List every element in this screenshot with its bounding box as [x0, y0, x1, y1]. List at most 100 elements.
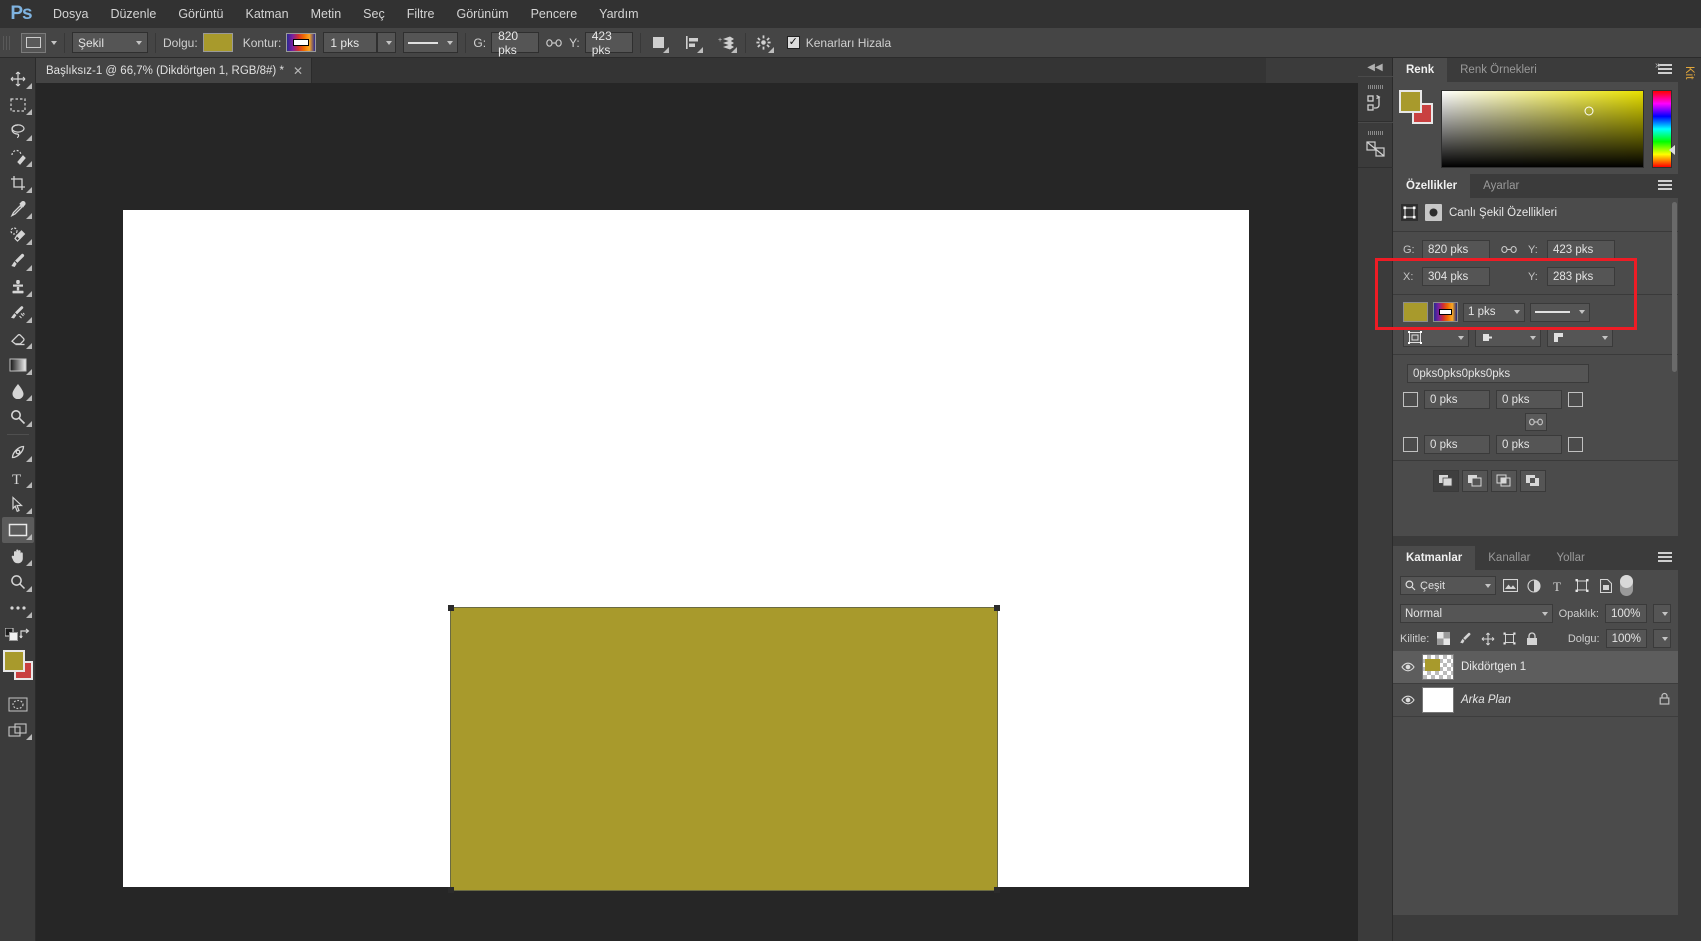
- lock-transparent-pixels-icon[interactable]: [1435, 629, 1451, 648]
- layer-visibility-icon[interactable]: [1401, 662, 1415, 672]
- menu-item-filtre[interactable]: Filtre: [396, 0, 446, 28]
- opacity-dropdown[interactable]: [1653, 604, 1671, 623]
- menu-item-katman[interactable]: Katman: [234, 0, 299, 28]
- align-edges-checkbox[interactable]: ✓: [786, 36, 800, 49]
- menu-item-pencere[interactable]: Pencere: [520, 0, 589, 28]
- shape-filter-icon[interactable]: [1572, 576, 1592, 595]
- stroke-width-input[interactable]: 1 pks: [323, 32, 378, 53]
- transform-handle-tr[interactable]: [994, 605, 1000, 611]
- quick-selection-tool[interactable]: [2, 144, 34, 170]
- fill-input[interactable]: 100%: [1605, 629, 1648, 648]
- menu-item-metin[interactable]: Metin: [300, 0, 353, 28]
- intersect-shape-areas-icon[interactable]: [1491, 470, 1517, 492]
- tab-renk-ornekleri[interactable]: Renk Örnekleri: [1447, 58, 1550, 82]
- width-input[interactable]: 820 pks: [491, 29, 540, 57]
- expand-panels-icon[interactable]: ◀◀: [1358, 58, 1392, 76]
- shape-stroke-swatch[interactable]: [1433, 302, 1458, 322]
- shape-fill-swatch[interactable]: [1403, 302, 1428, 322]
- layer-row-arka-plan[interactable]: Arka Plan: [1393, 684, 1678, 717]
- blend-mode-select[interactable]: Normal: [1400, 604, 1553, 623]
- screen-mode-icon[interactable]: [2, 717, 34, 743]
- tab-yollar[interactable]: Yollar: [1543, 546, 1598, 570]
- shape-mode-select[interactable]: Şekil: [72, 32, 148, 53]
- paths-panel-icon[interactable]: [1358, 122, 1393, 168]
- tab-ayarlar[interactable]: Ayarlar: [1470, 174, 1533, 198]
- layer-filter-select[interactable]: Çeşit: [1400, 576, 1496, 595]
- y-input[interactable]: 283 pks: [1547, 267, 1615, 286]
- quick-mask-mode-icon[interactable]: [2, 691, 34, 717]
- color-picker-ring[interactable]: [1584, 106, 1594, 116]
- mask-properties-icon[interactable]: [1425, 204, 1442, 221]
- menu-item-dosya[interactable]: Dosya: [42, 0, 99, 28]
- stroke-cap-select[interactable]: [1475, 328, 1541, 347]
- pen-tool[interactable]: [2, 439, 34, 465]
- gradient-tool[interactable]: [2, 352, 34, 378]
- corner-br-input[interactable]: 0 pks: [1496, 435, 1562, 454]
- crop-tool[interactable]: [2, 170, 34, 196]
- fill-dropdown[interactable]: [1653, 629, 1672, 648]
- lock-position-icon[interactable]: [1480, 629, 1496, 648]
- tab-katmanlar[interactable]: Katmanlar: [1393, 546, 1476, 570]
- height-input[interactable]: 423 pks: [1547, 240, 1615, 259]
- tab-ozellikler[interactable]: Özellikler: [1393, 174, 1471, 198]
- stroke-width-input[interactable]: 1 pks: [1463, 302, 1525, 322]
- corner-tr-input[interactable]: 0 pks: [1496, 390, 1562, 409]
- path-operations-icon[interactable]: [648, 32, 670, 54]
- foreground-color-swatch[interactable]: [1399, 90, 1422, 113]
- edit-toolbar-tool[interactable]: [2, 595, 34, 621]
- filter-toggle[interactable]: [1620, 575, 1633, 596]
- collapse-panels-icon[interactable]: »: [1655, 60, 1661, 71]
- menu-item-goruntu[interactable]: Görüntü: [167, 0, 234, 28]
- panel-menu-icon[interactable]: [1658, 180, 1672, 191]
- menu-item-sec[interactable]: Seç: [352, 0, 396, 28]
- rectangle-shape[interactable]: [448, 605, 1000, 893]
- hue-slider[interactable]: [1652, 90, 1675, 168]
- shape-properties-icon[interactable]: [1401, 204, 1418, 221]
- gear-icon[interactable]: [753, 32, 775, 54]
- rectangular-marquee-tool[interactable]: [2, 92, 34, 118]
- edge-panel-strip[interactable]: Kit: [1678, 58, 1701, 941]
- tab-renk[interactable]: Renk: [1393, 58, 1448, 82]
- history-brush-tool[interactable]: [2, 300, 34, 326]
- adjustment-filter-icon[interactable]: [1524, 576, 1544, 595]
- menu-item-duzenle[interactable]: Düzenle: [99, 0, 167, 28]
- lock-artboard-icon[interactable]: [1502, 629, 1518, 648]
- tool-preset-picker[interactable]: [21, 32, 46, 53]
- hand-tool[interactable]: [2, 543, 34, 569]
- layer-thumbnail[interactable]: [1422, 687, 1454, 713]
- stroke-alignment-select[interactable]: [1403, 328, 1469, 347]
- document-tab[interactable]: Başlıksız-1 @ 66,7% (Dikdörtgen 1, RGB/8…: [36, 58, 312, 83]
- path-arrangement-icon[interactable]: +: [716, 32, 738, 54]
- exclude-overlapping-shapes-icon[interactable]: [1520, 470, 1546, 492]
- stroke-corner-select[interactable]: [1547, 328, 1613, 347]
- default-colors-and-swap[interactable]: [2, 621, 34, 647]
- layer-row-dikdortgen-1[interactable]: Dikdörtgen 1: [1393, 651, 1678, 684]
- subtract-front-shape-icon[interactable]: [1462, 470, 1488, 492]
- width-input[interactable]: 820 pks: [1422, 240, 1490, 259]
- chevron-down-icon[interactable]: [51, 40, 57, 45]
- transform-handle-tl[interactable]: [448, 605, 454, 611]
- corner-bl-input[interactable]: 0 pks: [1424, 435, 1490, 454]
- link-corner-radii-icon[interactable]: [1524, 413, 1547, 431]
- close-icon[interactable]: ✕: [293, 64, 303, 78]
- x-input[interactable]: 304 pks: [1422, 267, 1490, 286]
- path-alignment-icon[interactable]: [682, 32, 704, 54]
- brush-tool[interactable]: [2, 248, 34, 274]
- combine-shapes-icon[interactable]: [1433, 470, 1459, 492]
- zoom-tool[interactable]: [2, 569, 34, 595]
- eyedropper-tool[interactable]: [2, 196, 34, 222]
- panel-menu-icon[interactable]: [1658, 552, 1672, 563]
- height-input[interactable]: 423 pks: [584, 29, 633, 57]
- lasso-tool[interactable]: [2, 118, 34, 144]
- transform-handle-bl[interactable]: [448, 887, 454, 893]
- corner-radius-summary[interactable]: 0pks0pks0pks0pks: [1407, 364, 1589, 383]
- color-field[interactable]: [1441, 90, 1644, 168]
- eraser-tool[interactable]: [2, 326, 34, 352]
- lock-all-icon[interactable]: [1524, 629, 1540, 648]
- stroke-width-dropdown[interactable]: [377, 32, 397, 53]
- pixel-filter-icon[interactable]: [1500, 576, 1520, 595]
- path-selection-tool[interactable]: [2, 491, 34, 517]
- transform-handle-br[interactable]: [994, 887, 1000, 893]
- move-tool[interactable]: [2, 66, 34, 92]
- opacity-input[interactable]: 100%: [1604, 604, 1647, 623]
